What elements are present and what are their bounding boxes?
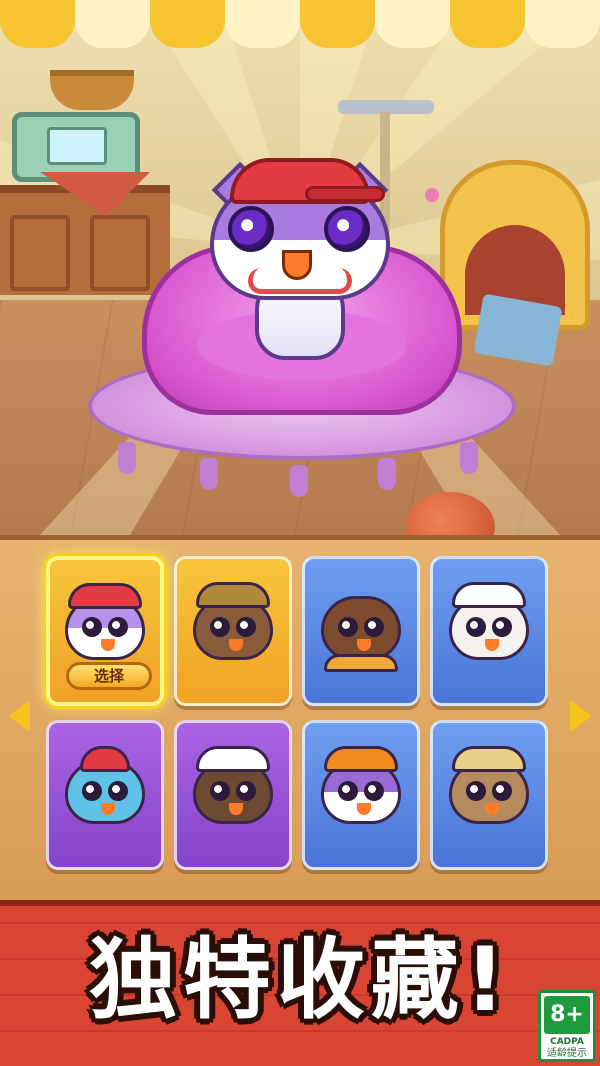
collection-panel: 选择 (0, 535, 600, 900)
selected-cat-character[interactable] (200, 150, 400, 370)
promo-headline: 独特收藏! (88, 928, 512, 1031)
character-card-red-bow-blue-cat[interactable] (46, 720, 164, 870)
character-card-pumpkin-cat[interactable] (302, 720, 420, 870)
character-grid: 选择 (46, 556, 556, 886)
character-card-purple-cap-cat[interactable]: 选择 (46, 556, 164, 706)
room-scene (0, 0, 600, 535)
rug-tassel (118, 442, 136, 474)
toy-ball (425, 188, 439, 202)
pumpkin-hat-icon (324, 746, 398, 773)
scarf-icon (324, 654, 398, 673)
dragon-hood-icon (196, 582, 270, 609)
age-rating-badge: 8+ CADPA 适龄提示 (538, 990, 596, 1062)
headphones (248, 268, 352, 294)
red-bow-icon (80, 746, 130, 773)
straw-hat-icon (452, 746, 526, 773)
rug-tassel (378, 458, 396, 490)
microwave (12, 112, 140, 182)
select-button[interactable]: 选择 (66, 662, 152, 690)
rug-tassel (200, 458, 218, 490)
arrow-left-icon[interactable] (8, 700, 30, 732)
arrow-right-icon[interactable] (570, 700, 592, 732)
character-card-sailor-cat[interactable] (430, 556, 548, 706)
character-card-chef-cat[interactable] (174, 720, 292, 870)
rating-org: CADPA (550, 1037, 584, 1047)
cat-eye (324, 206, 370, 252)
character-card-scarf-owl-cat[interactable] (302, 556, 420, 706)
rug-tassel (290, 465, 308, 497)
striped-awning (0, 0, 600, 48)
sailor-hat-icon (452, 582, 526, 609)
rating-tip: 适龄提示 (547, 1048, 587, 1059)
character-card-straw-hat-cat[interactable] (430, 720, 548, 870)
chef-hat-icon (196, 746, 270, 773)
cat-eye (228, 206, 274, 252)
character-card-dragon-hood-cat[interactable] (174, 556, 292, 706)
rug-tassel (460, 442, 478, 474)
age-rating: 8+ (544, 996, 590, 1034)
cat-portrait (321, 596, 401, 661)
bread-basket (50, 70, 134, 110)
cap-icon (68, 582, 142, 609)
